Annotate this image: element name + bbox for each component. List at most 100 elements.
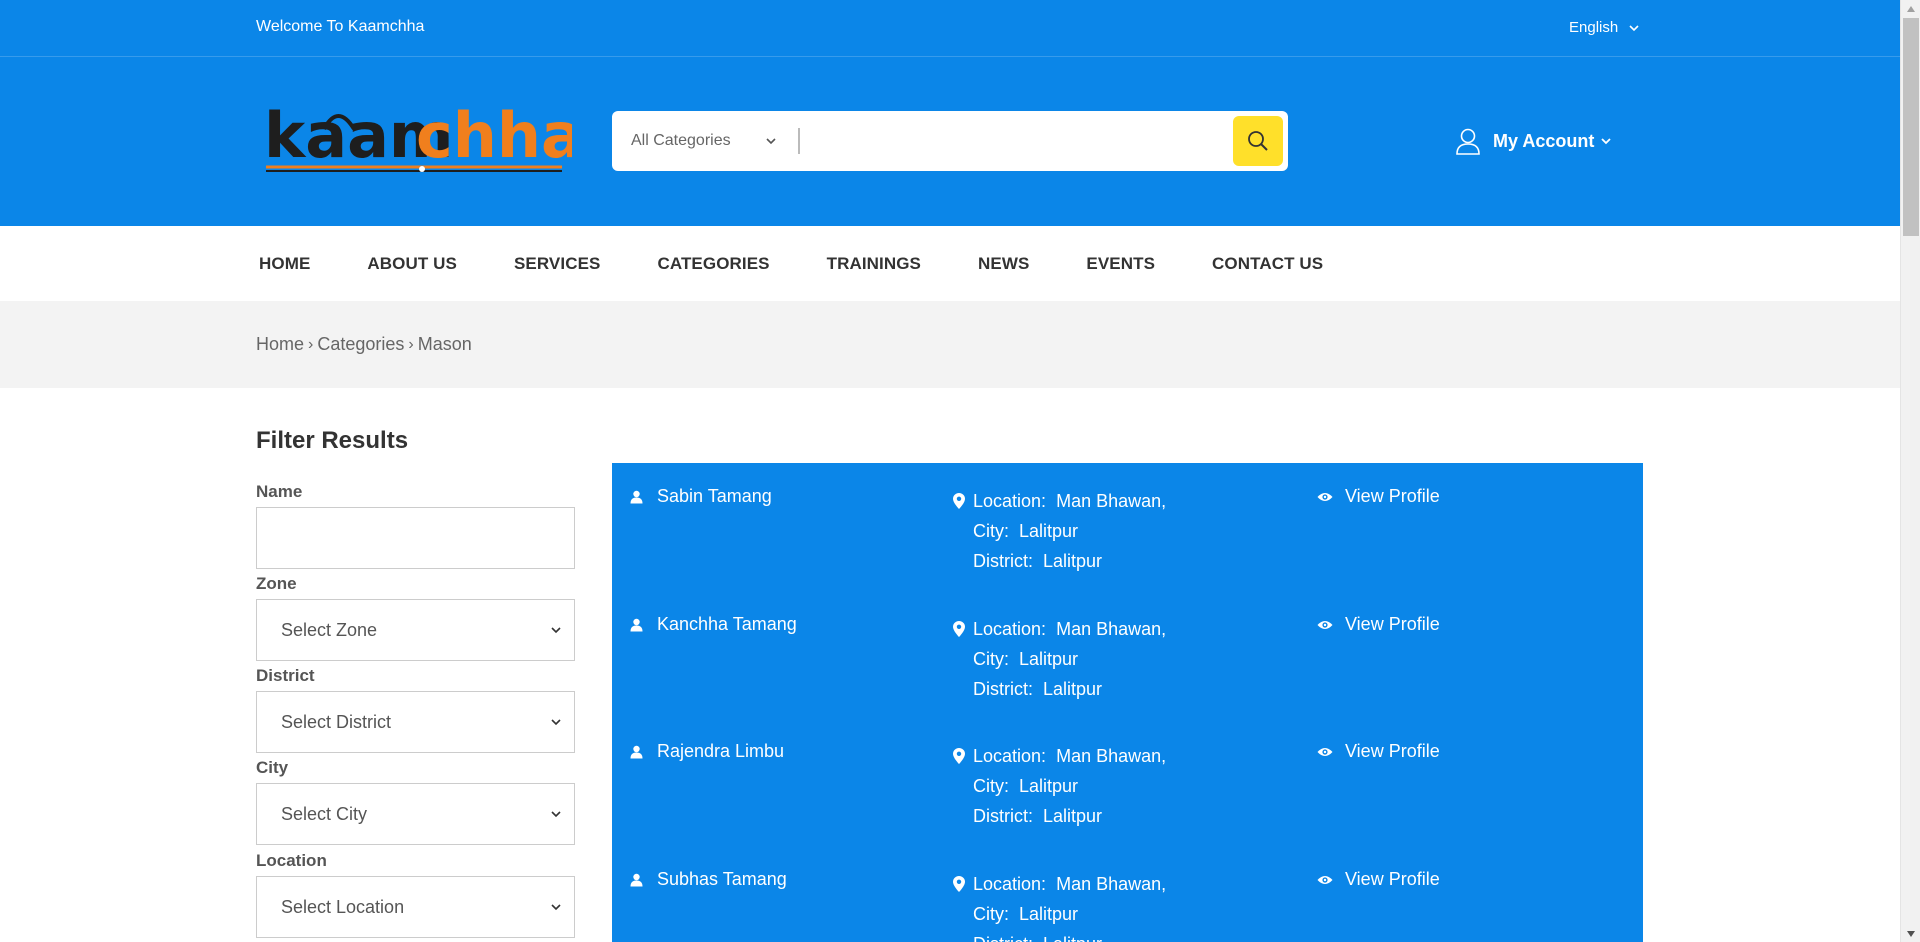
district-prefix: District:	[973, 551, 1033, 571]
map-pin-icon	[953, 621, 965, 637]
person-name-link[interactable]: Kanchha Tamang	[630, 614, 797, 635]
view-profile-link[interactable]: View Profile	[1317, 741, 1440, 762]
nav-item-categories[interactable]: CATEGORIES	[657, 254, 769, 274]
person-name: Sabin Tamang	[657, 486, 772, 506]
city-prefix: City:	[973, 521, 1009, 541]
nav-item-services[interactable]: SERVICES	[514, 254, 600, 274]
chevron-down-icon	[551, 904, 561, 911]
view-profile-link[interactable]: View Profile	[1317, 614, 1440, 635]
location-select[interactable]: Select Location	[256, 876, 575, 938]
welcome-text: Welcome To Kaamchha	[256, 18, 425, 35]
main-nav: HOME ABOUT US SERVICES CATEGORIES TRAINI…	[0, 226, 1900, 301]
name-label: Name	[256, 482, 303, 501]
person-name-link[interactable]: Sabin Tamang	[630, 486, 772, 507]
eye-icon	[1317, 620, 1333, 629]
view-profile-label: View Profile	[1345, 614, 1440, 634]
triangle-up-icon	[1907, 5, 1915, 12]
person-name: Rajendra Limbu	[657, 741, 785, 761]
location-details: Location: Man Bhawan, City: Lalitpur Dis…	[953, 741, 1167, 831]
scroll-up-arrow[interactable]	[1901, 0, 1920, 17]
location-details: Location: Man Bhawan, City: Lalitpur Dis…	[953, 869, 1167, 942]
search-icon	[1248, 131, 1268, 151]
breadcrumb-bar: Home › Categories › Mason	[0, 301, 1900, 388]
city-value: Lalitpur	[1019, 776, 1079, 796]
location-label: Location	[256, 851, 327, 870]
zone-label: Zone	[256, 574, 297, 593]
location-value: Man Bhawan,	[1056, 746, 1167, 766]
eye-icon	[1317, 875, 1333, 884]
chevron-down-icon	[1629, 24, 1639, 31]
person-icon	[630, 745, 643, 758]
page: Welcome To Kaamchha English kaam chha Al…	[0, 0, 1900, 942]
district-value: Lalitpur	[1043, 929, 1102, 942]
category-select[interactable]: All Categories	[612, 111, 798, 171]
filter-title: Filter Results	[256, 427, 409, 454]
district-select[interactable]: Select District	[256, 691, 575, 753]
person-name-link[interactable]: Subhas Tamang	[630, 869, 787, 890]
location-select-value: Select Location	[281, 896, 405, 917]
city-value: Lalitpur	[1019, 521, 1079, 541]
view-profile-label: View Profile	[1345, 869, 1440, 889]
city-prefix: City:	[973, 776, 1009, 796]
city-value: Lalitpur	[1019, 649, 1079, 669]
user-icon	[1456, 128, 1480, 155]
view-profile-link[interactable]: View Profile	[1317, 869, 1440, 890]
location-prefix: Location:	[973, 619, 1047, 639]
result-row: Subhas Tamang Location: Man Bhawan, City…	[612, 846, 1643, 942]
kaamchha-logo[interactable]: kaam chha	[262, 99, 583, 179]
language-selector[interactable]: English	[1569, 19, 1640, 36]
page-scrollbar[interactable]	[1900, 0, 1920, 942]
district-value: Lalitpur	[1043, 679, 1103, 699]
city-select-value: Select City	[281, 803, 368, 824]
name-field[interactable]	[256, 507, 575, 569]
district-prefix: District:	[973, 679, 1033, 699]
location-value: Man Bhawan,	[1056, 619, 1167, 639]
view-profile-label: View Profile	[1345, 741, 1440, 761]
view-profile-link[interactable]: View Profile	[1317, 486, 1440, 507]
zone-select-value: Select Zone	[281, 619, 378, 640]
nav-item-home[interactable]: HOME	[259, 254, 310, 274]
scroll-down-arrow[interactable]	[1901, 925, 1920, 942]
district-value: Lalitpur	[1043, 806, 1103, 826]
search-button[interactable]	[1233, 116, 1283, 166]
category-select-value: All Categories	[631, 132, 731, 149]
top-bar: Welcome To Kaamchha English	[0, 0, 1900, 57]
person-name: Kanchha Tamang	[657, 614, 797, 634]
location-value: Man Bhawan,	[1056, 874, 1167, 894]
zone-select[interactable]: Select Zone	[256, 599, 575, 661]
results-panel: Sabin Tamang Location: Man Bhawan, City:…	[612, 463, 1643, 942]
result-row: Rajendra Limbu Location: Man Bhawan, Cit…	[612, 718, 1643, 846]
chevron-down-icon	[1601, 138, 1611, 145]
person-name-link[interactable]: Rajendra Limbu	[630, 741, 784, 762]
location-details: Location: Man Bhawan, City: Lalitpur Dis…	[953, 486, 1167, 576]
map-pin-icon	[953, 748, 965, 764]
result-row: Sabin Tamang Location: Man Bhawan, City:…	[612, 463, 1643, 591]
breadcrumb-home[interactable]: Home	[256, 334, 304, 355]
my-account-label: My Account	[1493, 130, 1595, 151]
person-icon	[630, 618, 643, 631]
district-value: Lalitpur	[1043, 551, 1103, 571]
location-value: Man Bhawan,	[1056, 491, 1167, 511]
person-name: Subhas Tamang	[657, 869, 787, 889]
map-pin-icon	[953, 493, 965, 509]
search-input[interactable]	[800, 111, 1233, 171]
nav-item-trainings[interactable]: TRAININGS	[827, 254, 921, 274]
breadcrumb-categories[interactable]: Categories	[317, 334, 404, 355]
nav-item-about-us[interactable]: ABOUT US	[367, 254, 457, 274]
location-prefix: Location:	[973, 491, 1047, 511]
person-icon	[630, 490, 643, 503]
my-account-menu[interactable]: My Account	[1455, 127, 1612, 155]
city-select[interactable]: Select City	[256, 783, 575, 845]
nav-item-contact-us[interactable]: CONTACT US	[1212, 254, 1323, 274]
nav-item-events[interactable]: EVENTS	[1086, 254, 1155, 274]
city-label: City	[256, 758, 289, 777]
nav-item-news[interactable]: NEWS	[978, 254, 1029, 274]
person-icon	[630, 873, 643, 886]
language-label: English	[1569, 19, 1619, 36]
result-row: Kanchha Tamang Location: Man Bhawan, Cit…	[612, 591, 1643, 719]
scrollbar-thumb[interactable]	[1903, 18, 1919, 236]
location-details: Location: Man Bhawan, City: Lalitpur Dis…	[953, 614, 1167, 704]
city-value: Lalitpur	[1019, 904, 1079, 924]
chevron-down-icon	[551, 719, 561, 726]
chevron-down-icon	[551, 627, 561, 634]
